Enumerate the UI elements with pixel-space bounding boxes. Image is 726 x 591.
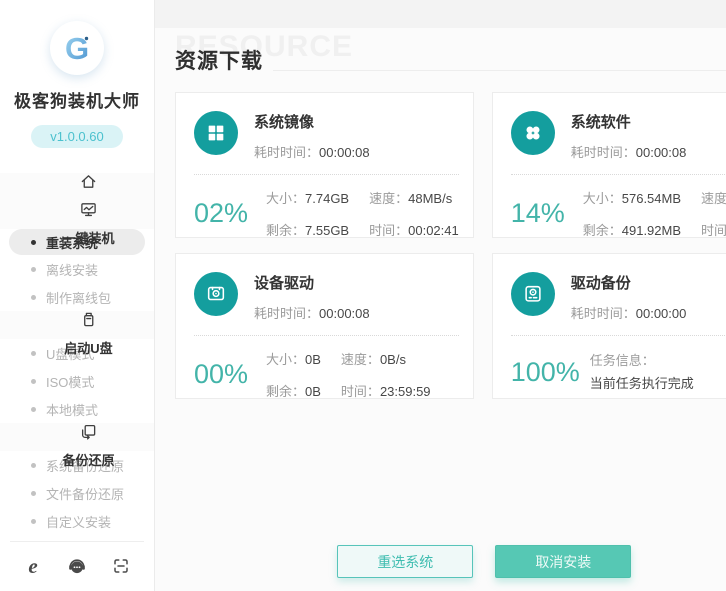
- sidebar-item-label: 备份还原: [62, 450, 114, 469]
- sidebar-item-home[interactable]: 装机首页: [0, 173, 154, 201]
- sidebar-item-offline-install[interactable]: 离线安装: [0, 255, 154, 283]
- home-icon: [80, 173, 97, 190]
- bullet-icon: [31, 379, 36, 384]
- sidebar-item-label: 离线安装: [46, 260, 98, 279]
- card-title: 系统软件: [571, 111, 687, 132]
- logo-wrap: G: [0, 0, 154, 75]
- card-system-image: 系统镜像 耗时时间：00:00:08 02% 大小：7.74GB 速度：48MB…: [175, 92, 474, 238]
- download-cards: 系统镜像 耗时时间：00:00:08 02% 大小：7.74GB 速度：48MB…: [175, 92, 726, 399]
- bullet-icon: [31, 351, 36, 356]
- main-content: RESOURCE 资源下载: [155, 0, 726, 591]
- action-buttons: 重选系统 取消安装: [155, 545, 726, 578]
- support-headset-icon[interactable]: [66, 555, 88, 577]
- cancel-install-button[interactable]: 取消安装: [495, 545, 631, 578]
- sidebar-item-iso-mode[interactable]: ISO模式: [0, 367, 154, 395]
- sidebar-footer: e: [0, 541, 154, 591]
- reselect-system-button[interactable]: 重选系统: [337, 545, 473, 578]
- sidebar-item-custom-install[interactable]: 自定义安装: [0, 507, 154, 535]
- sidebar-item-onekey-install[interactable]: 一键装机: [0, 201, 154, 229]
- sidebar-menu: 装机首页 一键装机 重装系统 离线安装: [0, 173, 154, 541]
- card-system-software: 系统软件 耗时时间：00:00:08 14% 大小：576.54MB 速度：0B…: [492, 92, 726, 238]
- bullet-icon: [31, 267, 36, 272]
- svg-text:G: G: [65, 31, 89, 66]
- sidebar-item-make-offline-pack[interactable]: 制作离线包: [0, 283, 154, 311]
- sidebar-item-boot-usb[interactable]: 启动U盘: [0, 311, 154, 339]
- card-device-driver: 设备驱动 耗时时间：00:00:08 00% 大小：0B 速度：0B/s 剩余：…: [175, 253, 474, 399]
- bullet-icon: [31, 407, 36, 412]
- monitor-icon: [80, 201, 97, 218]
- usb-drive-icon: [80, 311, 97, 328]
- apps-grid-icon: [511, 111, 555, 155]
- elapsed-time: 耗时时间：00:00:08: [254, 142, 370, 161]
- bullet-icon: [31, 240, 36, 245]
- card-driver-backup: 驱动备份 耗时时间：00:00:00 100% 任务信息： 当前任务执行完成: [492, 253, 726, 399]
- download-stats: 大小：0B 速度：0B/s 剩余：0B 时间：23:59:59: [266, 349, 431, 400]
- elapsed-time: 耗时时间：00:00:08: [254, 303, 370, 322]
- divider: [511, 335, 726, 336]
- sidebar-item-label: 本地模式: [46, 400, 98, 419]
- divider: [10, 541, 144, 542]
- bullet-icon: [31, 519, 36, 524]
- restore-icon: [80, 423, 97, 440]
- app-logo: G: [50, 21, 104, 75]
- elapsed-time: 耗时时间：00:00:00: [571, 303, 687, 322]
- window-titlebar: [155, 0, 726, 28]
- sidebar-item-label: 启动U盘: [64, 338, 112, 357]
- progress-percent: 02%: [194, 198, 256, 229]
- driver-box-icon: [194, 272, 238, 316]
- sidebar-item-file-backup-restore[interactable]: 文件备份还原: [0, 479, 154, 507]
- elapsed-time: 耗时时间：00:00:08: [571, 142, 687, 161]
- card-title: 驱动备份: [571, 272, 687, 293]
- bullet-icon: [31, 491, 36, 496]
- sidebar-item-label: 文件备份还原: [46, 484, 124, 503]
- sidebar-item-label: 制作离线包: [46, 288, 111, 307]
- page-header: RESOURCE 资源下载: [155, 30, 726, 75]
- sidebar-item-backup-restore[interactable]: 备份还原: [0, 423, 154, 451]
- sidebar-item-label: ISO模式: [46, 372, 94, 391]
- version-badge: v1.0.0.60: [31, 125, 123, 148]
- windows-icon: [194, 111, 238, 155]
- progress-percent: 00%: [194, 359, 256, 390]
- bullet-icon: [31, 463, 36, 468]
- download-stats: 大小：7.74GB 速度：48MB/s 剩余：7.55GB 时间：00:02:4…: [266, 188, 459, 239]
- page-title: 资源下载: [175, 45, 263, 75]
- divider: [194, 174, 459, 175]
- browser-icon[interactable]: e: [22, 555, 44, 577]
- download-stats: 大小：576.54MB 速度：0B/s 剩余：491.92MB 时间：23:59…: [583, 188, 726, 239]
- task-info: 任务信息： 当前任务执行完成: [590, 349, 694, 396]
- scan-qr-icon[interactable]: [110, 555, 132, 577]
- divider: [511, 174, 726, 175]
- progress-percent: 14%: [511, 198, 573, 229]
- progress-percent: 100%: [511, 357, 580, 388]
- divider: [194, 335, 459, 336]
- bullet-icon: [31, 295, 36, 300]
- sidebar-item-label: 自定义安装: [46, 512, 111, 531]
- sidebar-item-label: 一键装机: [62, 228, 114, 247]
- app-title: 极客狗装机大师: [0, 87, 154, 112]
- app-window: G 极客狗装机大师 v1.0.0.60 装机首页: [0, 0, 726, 591]
- sidebar: G 极客狗装机大师 v1.0.0.60 装机首页: [0, 0, 155, 591]
- card-title: 设备驱动: [254, 272, 370, 293]
- card-title: 系统镜像: [254, 111, 370, 132]
- hard-drive-icon: [511, 272, 555, 316]
- sidebar-item-local-mode[interactable]: 本地模式: [0, 395, 154, 423]
- divider: [273, 70, 726, 71]
- geek-dog-logo-icon: G: [50, 21, 104, 75]
